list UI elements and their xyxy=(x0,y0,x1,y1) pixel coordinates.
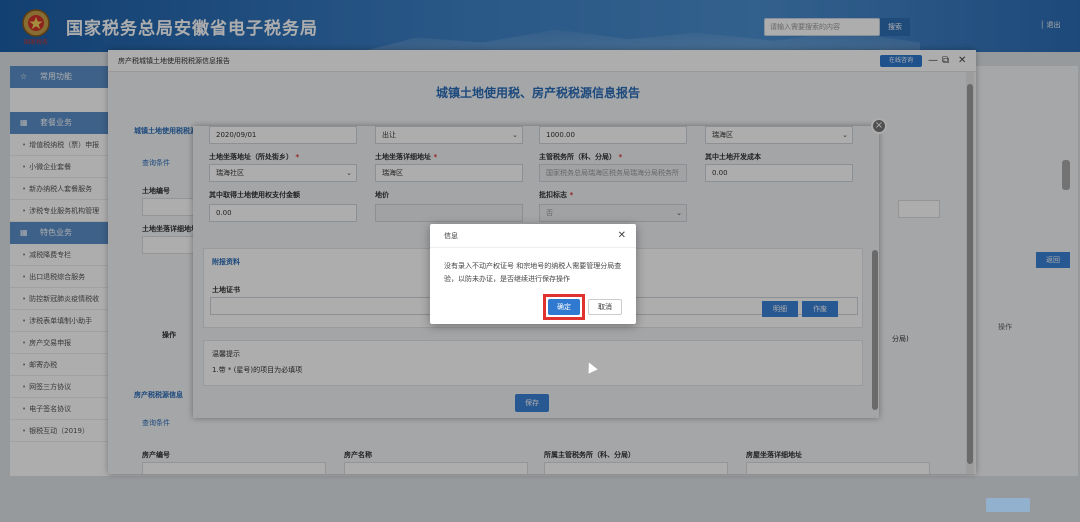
cancel-button[interactable]: 取消 xyxy=(588,299,622,315)
dialog-titlebar: 信息 ✕ xyxy=(430,224,636,248)
blurred-widget xyxy=(986,498,1030,512)
dialog-title: 信息 xyxy=(444,232,458,240)
close-icon[interactable]: ✕ xyxy=(618,224,626,248)
dialog-message: 没有录入不动产权证号 和宗地号的纳税人需要管理分局查验，以防未办证，是否继续进行… xyxy=(444,262,622,283)
annotation-highlight xyxy=(543,294,585,320)
